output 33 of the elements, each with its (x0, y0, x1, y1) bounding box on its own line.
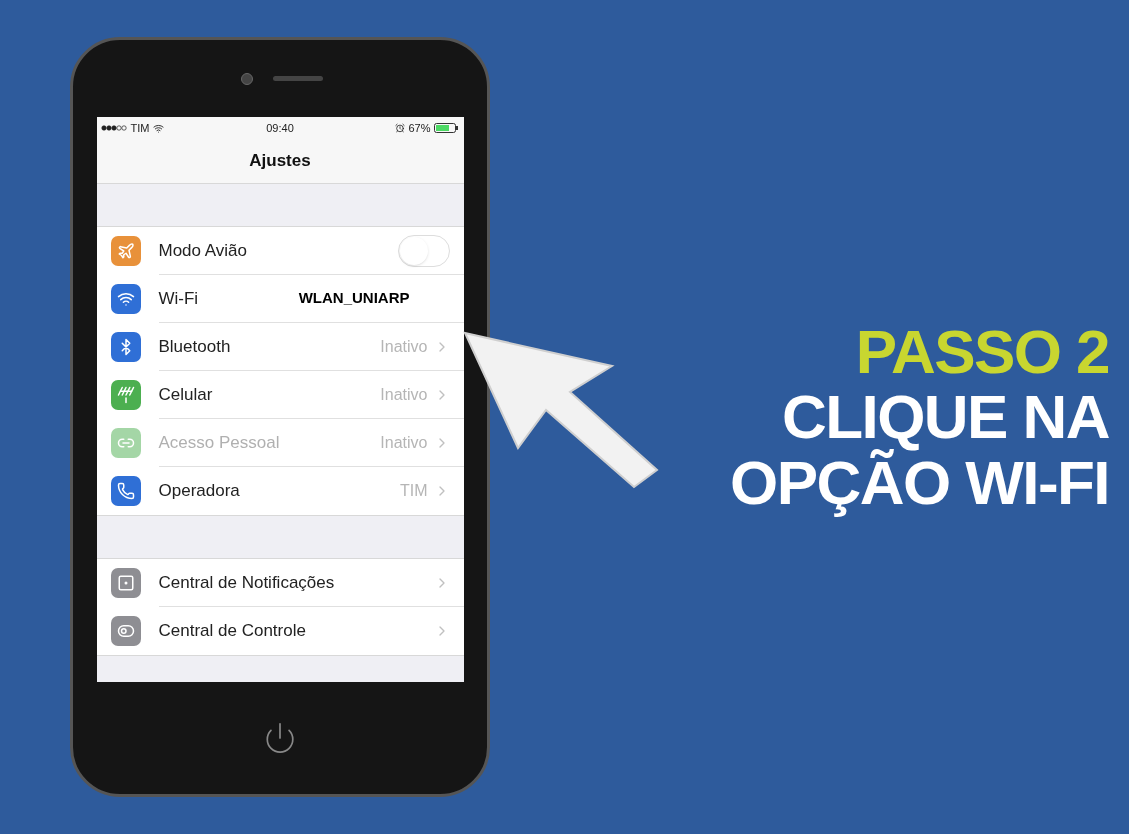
step-heading: PASSO 2 (855, 319, 1110, 385)
notification-square-icon (110, 568, 141, 598)
toggle-switch[interactable] (397, 234, 450, 267)
airplane-icon (110, 236, 141, 266)
clock-time: 09:40 (265, 120, 295, 136)
battery-percent: 67% (408, 120, 431, 136)
carrier-name: TIM (130, 120, 150, 136)
instruction-line: CLIQUE NA (781, 384, 1110, 450)
speaker-icon (273, 76, 323, 81)
alarm-icon (395, 123, 406, 133)
instruction-line: OPÇÃO WI-FI (730, 449, 1110, 515)
bluetooth-icon (110, 332, 141, 362)
screen-title: Ajustes (249, 150, 311, 173)
network-name: WLAN_UNIARP (298, 288, 410, 309)
row-value: TIM (399, 481, 428, 501)
power-icon[interactable] (263, 721, 297, 755)
row-label[interactable]: Wi-Fi (158, 285, 199, 312)
antenna-icon (110, 380, 141, 410)
row-label[interactable]: Celular (158, 381, 213, 408)
row-label[interactable]: Bluetooth (158, 333, 231, 360)
link-icon (110, 428, 141, 458)
camera-icon (241, 72, 253, 85)
row-value: Inativo (380, 384, 428, 405)
battery-icon (433, 123, 460, 133)
phone-icon (110, 476, 141, 506)
wifi-icon (110, 284, 141, 314)
switches-icon (110, 616, 141, 646)
row-value: Inativo (380, 432, 428, 453)
row-value: Inativo (380, 336, 428, 357)
row-label[interactable]: Modo Avião (158, 237, 248, 264)
row-label[interactable]: Operadora (158, 478, 240, 504)
signal-dots-icon (100, 125, 127, 131)
wifi-signal-icon (153, 122, 165, 134)
